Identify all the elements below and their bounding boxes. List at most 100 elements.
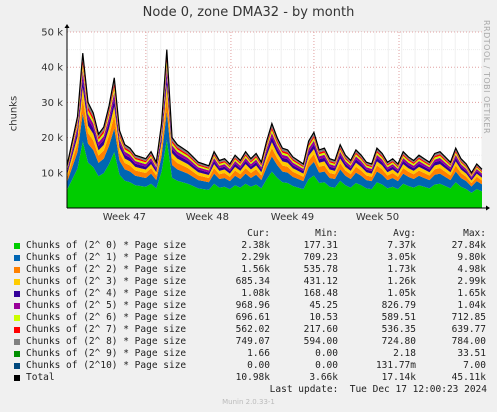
legend-max-value: 1.65k (457, 288, 486, 299)
legend-max-value: 4.98k (457, 264, 486, 275)
legend-swatch (14, 291, 20, 297)
legend-swatch (14, 351, 20, 357)
legend-cur-value: 10.98k (235, 372, 270, 383)
legend-avg-value: 1.05k (387, 288, 416, 299)
legend-min-value: 217.60 (303, 324, 338, 335)
legend-row: Chunks of (2^ 7) * Page size 562.02 217.60… (8, 324, 488, 336)
legend-series-name: Chunks of (2^ 1) * Page size (26, 252, 187, 263)
legend-avg-value: 1.73k (387, 264, 416, 275)
legend-row: Chunks of (2^ 6) * Page size 696.61 10.53 5… (8, 312, 488, 324)
legend-header-min: Min: (315, 228, 338, 239)
legend-avg-value: 724.80 (381, 336, 416, 347)
legend-min-value: 10.53 (309, 312, 338, 323)
legend-min-value: 594.00 (303, 336, 338, 347)
legend: Cur: Min: Avg: Max: Chunks of (2^ 0) * P… (8, 228, 488, 384)
legend-avg-value: 2.18 (393, 348, 416, 359)
legend-max-value: 2.99k (457, 276, 486, 287)
legend-max-value: 45.11k (451, 372, 486, 383)
legend-series-name: Chunks of (2^10) * Page size (26, 360, 187, 371)
legend-avg-value: 131.77m (375, 360, 416, 371)
legend-cur-value: 1.66 (247, 348, 270, 359)
legend-cur-value: 2.38k (241, 240, 270, 251)
y-tick-label: 20 k (41, 133, 63, 144)
legend-avg-value: 3.05k (387, 252, 416, 263)
legend-series-name: Chunks of (2^ 6) * Page size (26, 312, 187, 323)
legend-swatch (14, 303, 20, 309)
legend-min-value: 709.23 (303, 252, 338, 263)
legend-cur-value: 749.07 (235, 336, 270, 347)
legend-max-value: 784.00 (451, 336, 486, 347)
legend-min-value: 431.12 (303, 276, 338, 287)
legend-max-value: 7.00 (463, 360, 486, 371)
y-tick-label: 10 k (41, 168, 63, 179)
legend-cur-value: 1.56k (241, 264, 270, 275)
y-tick-label: 40 k (41, 63, 63, 74)
legend-series-name: Chunks of (2^ 3) * Page size (26, 276, 187, 287)
legend-header-avg: Avg: (393, 228, 416, 239)
x-tick-label: Week 48 (186, 212, 229, 223)
legend-row: Chunks of (2^ 5) * Page size 968.96 45.25 8… (8, 300, 488, 312)
legend-cur-value: 685.34 (235, 276, 270, 287)
legend-avg-value: 1.26k (387, 276, 416, 287)
legend-cur-value: 2.29k (241, 252, 270, 263)
chart-area: 10 k 20 k 30 k 40 k 50 k Week 47 Week 48 Week 4… (41, 24, 490, 223)
legend-avg-value: 589.51 (381, 312, 416, 323)
legend-row: Total 10.98k 3.66k 17.14k 45.11k (8, 372, 488, 384)
legend-avg-value: 536.35 (381, 324, 416, 335)
x-tick-label: Week 49 (271, 212, 314, 223)
legend-swatch (14, 363, 20, 369)
legend-row: Chunks of (2^ 9) * Page size 1.66 0.00 2.18… (8, 348, 488, 360)
legend-max-value: 639.77 (451, 324, 486, 335)
y-axis-arrow (64, 24, 70, 28)
legend-series-name: Chunks of (2^ 8) * Page size (26, 336, 187, 347)
legend-max-value: 27.84k (451, 240, 486, 251)
legend-row: Chunks of (2^ 4) * Page size 1.08k 168.48 1… (8, 288, 488, 300)
y-tick-label: 50 k (41, 28, 63, 39)
legend-min-value: 168.48 (303, 288, 338, 299)
legend-avg-value: 826.79 (381, 300, 416, 311)
legend-min-value: 0.00 (315, 360, 338, 371)
legend-series-name: Chunks of (2^ 4) * Page size (26, 288, 187, 299)
legend-cur-value: 968.96 (235, 300, 270, 311)
legend-row: Chunks of (2^ 0) * Page size 2.38k 177.31 7… (8, 240, 488, 252)
legend-series-name: Chunks of (2^ 7) * Page size (26, 324, 187, 335)
legend-series-name: Chunks of (2^ 0) * Page size (26, 240, 187, 251)
legend-cur-value: 562.02 (235, 324, 270, 335)
legend-max-value: 1.04k (457, 300, 486, 311)
legend-header: Cur: Min: Avg: Max: (8, 228, 488, 240)
legend-max-value: 9.80k (457, 252, 486, 263)
legend-series-name: Chunks of (2^ 2) * Page size (26, 264, 187, 275)
legend-avg-value: 17.14k (381, 372, 416, 383)
munin-version: Munin 2.0.33-1 (222, 398, 275, 406)
legend-cur-value: 1.08k (241, 288, 270, 299)
legend-row: Chunks of (2^ 2) * Page size 1.56k 535.78 1… (8, 264, 488, 276)
x-tick-label: Week 47 (103, 212, 146, 223)
legend-swatch (14, 339, 20, 345)
legend-min-value: 0.00 (315, 348, 338, 359)
legend-rows: Chunks of (2^ 0) * Page size 2.38k 177.31 7… (8, 240, 488, 384)
legend-swatch (14, 243, 20, 249)
legend-avg-value: 7.37k (387, 240, 416, 251)
legend-header-cur: Cur: (247, 228, 270, 239)
legend-series-name: Total (26, 372, 55, 383)
legend-swatch (14, 375, 20, 381)
legend-swatch (14, 267, 20, 273)
x-tick-label: Week 50 (356, 212, 399, 223)
legend-row: Chunks of (2^ 3) * Page size 685.34 431.12… (8, 276, 488, 288)
legend-swatch (14, 255, 20, 261)
legend-swatch (14, 279, 20, 285)
legend-min-value: 535.78 (303, 264, 338, 275)
legend-max-value: 33.51 (457, 348, 486, 359)
legend-series-name: Chunks of (2^ 9) * Page size (26, 348, 187, 359)
legend-min-value: 45.25 (309, 300, 338, 311)
x-axis-arrow (486, 205, 490, 211)
legend-row: Chunks of (2^ 1) * Page size 2.29k 709.23 3… (8, 252, 488, 264)
legend-row: Chunks of (2^ 8) * Page size 749.07 594.00… (8, 336, 488, 348)
last-update: Last update: Tue Dec 17 12:00:23 2024 (269, 384, 487, 395)
legend-cur-value: 696.61 (235, 312, 270, 323)
legend-cur-value: 0.00 (247, 360, 270, 371)
legend-swatch (14, 315, 20, 321)
legend-swatch (14, 327, 20, 333)
legend-max-value: 712.85 (451, 312, 486, 323)
legend-row: Chunks of (2^10) * Page size 0.00 0.00 131.… (8, 360, 488, 372)
